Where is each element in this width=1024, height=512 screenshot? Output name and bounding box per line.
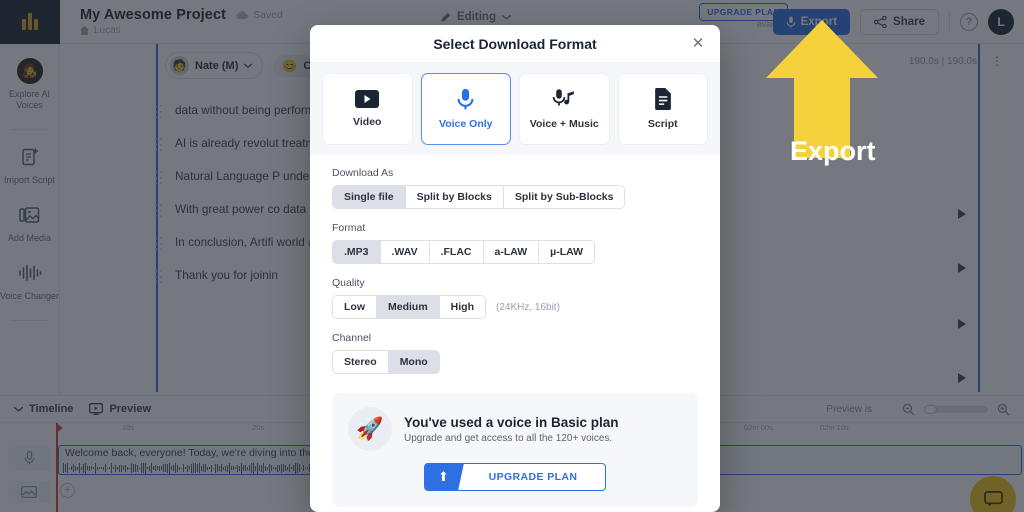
- modal-title: Select Download Format: [433, 35, 597, 52]
- annotation-label: Export: [790, 136, 876, 166]
- format-card-label: Voice Only: [439, 118, 493, 130]
- format-segmented-control: .MP3 .WAV .FLAC a-LAW µ-LAW: [332, 240, 596, 264]
- format-card-group: Video Voice Only Voice + Music Script: [310, 63, 720, 155]
- close-icon[interactable]: ✕: [690, 36, 706, 52]
- format-card-label: Voice + Music: [529, 118, 599, 130]
- format-label: Format: [332, 222, 366, 234]
- format-card-script[interactable]: Script: [617, 73, 708, 145]
- option-wav[interactable]: .WAV: [380, 241, 430, 263]
- quality-note: (24KHz, 16bit): [496, 302, 560, 313]
- option-a-law[interactable]: a-LAW: [483, 241, 540, 263]
- option-flac[interactable]: .FLAC: [429, 241, 484, 263]
- download-as-segmented-control: Single file Split by Blocks Split by Sub…: [332, 185, 626, 209]
- option-high[interactable]: High: [439, 296, 485, 318]
- channel-label: Channel: [332, 332, 372, 344]
- format-card-label: Video: [353, 116, 382, 128]
- option-medium[interactable]: Medium: [377, 296, 440, 318]
- quality-label: Quality: [332, 277, 365, 289]
- promo-subtext: Upgrade and get access to all the 120+ v…: [404, 432, 613, 444]
- quality-segmented-control: Low Medium High: [332, 295, 486, 319]
- option-mu-law[interactable]: µ-LAW: [539, 241, 595, 263]
- download-format-modal: Select Download Format ✕ Video Voice Onl…: [310, 25, 720, 512]
- promo-heading: You've used a voice in Basic plan: [404, 414, 619, 430]
- format-card-voice-only[interactable]: Voice Only: [420, 73, 511, 145]
- video-icon: [355, 90, 380, 108]
- upgrade-promo-banner: 🚀 You've used a voice in Basic plan Upgr…: [332, 393, 698, 507]
- channel-segmented-control: Stereo Mono: [332, 350, 440, 374]
- option-low[interactable]: Low: [333, 296, 377, 318]
- format-card-voice-music[interactable]: Voice + Music: [519, 73, 610, 145]
- script-document-icon: [654, 88, 671, 110]
- format-card-video[interactable]: Video: [322, 73, 413, 145]
- option-stereo[interactable]: Stereo: [333, 351, 389, 373]
- quality-row: Low Medium High (24KHz, 16bit): [332, 295, 698, 332]
- app-root: My Awesome Project Saved Lucas Editing: [0, 0, 1024, 512]
- microphone-icon: [457, 88, 474, 110]
- modal-options: Download As Single file Split by Blocks …: [310, 155, 720, 387]
- mic-music-icon: [552, 89, 575, 106]
- option-mp3[interactable]: .MP3: [333, 241, 381, 263]
- upgrade-plan-button[interactable]: ⬆ UPGRADE PLAN: [424, 463, 606, 491]
- promo-content: 🚀 You've used a voice in Basic plan Upgr…: [348, 407, 682, 451]
- upgrade-plan-button-label: UPGRADE PLAN: [488, 471, 578, 483]
- option-mono[interactable]: Mono: [388, 351, 439, 373]
- download-as-label: Download As: [332, 167, 394, 179]
- option-split-by-blocks[interactable]: Split by Blocks: [405, 186, 504, 208]
- upgrade-arrow-icon: ⬆: [425, 464, 464, 490]
- option-single-file[interactable]: Single file: [333, 186, 406, 208]
- option-split-by-sub-blocks[interactable]: Split by Sub-Blocks: [503, 186, 625, 208]
- rocket-icon: 🚀: [348, 407, 392, 451]
- format-card-label: Script: [647, 118, 678, 130]
- modal-header: Select Download Format ✕: [310, 25, 720, 63]
